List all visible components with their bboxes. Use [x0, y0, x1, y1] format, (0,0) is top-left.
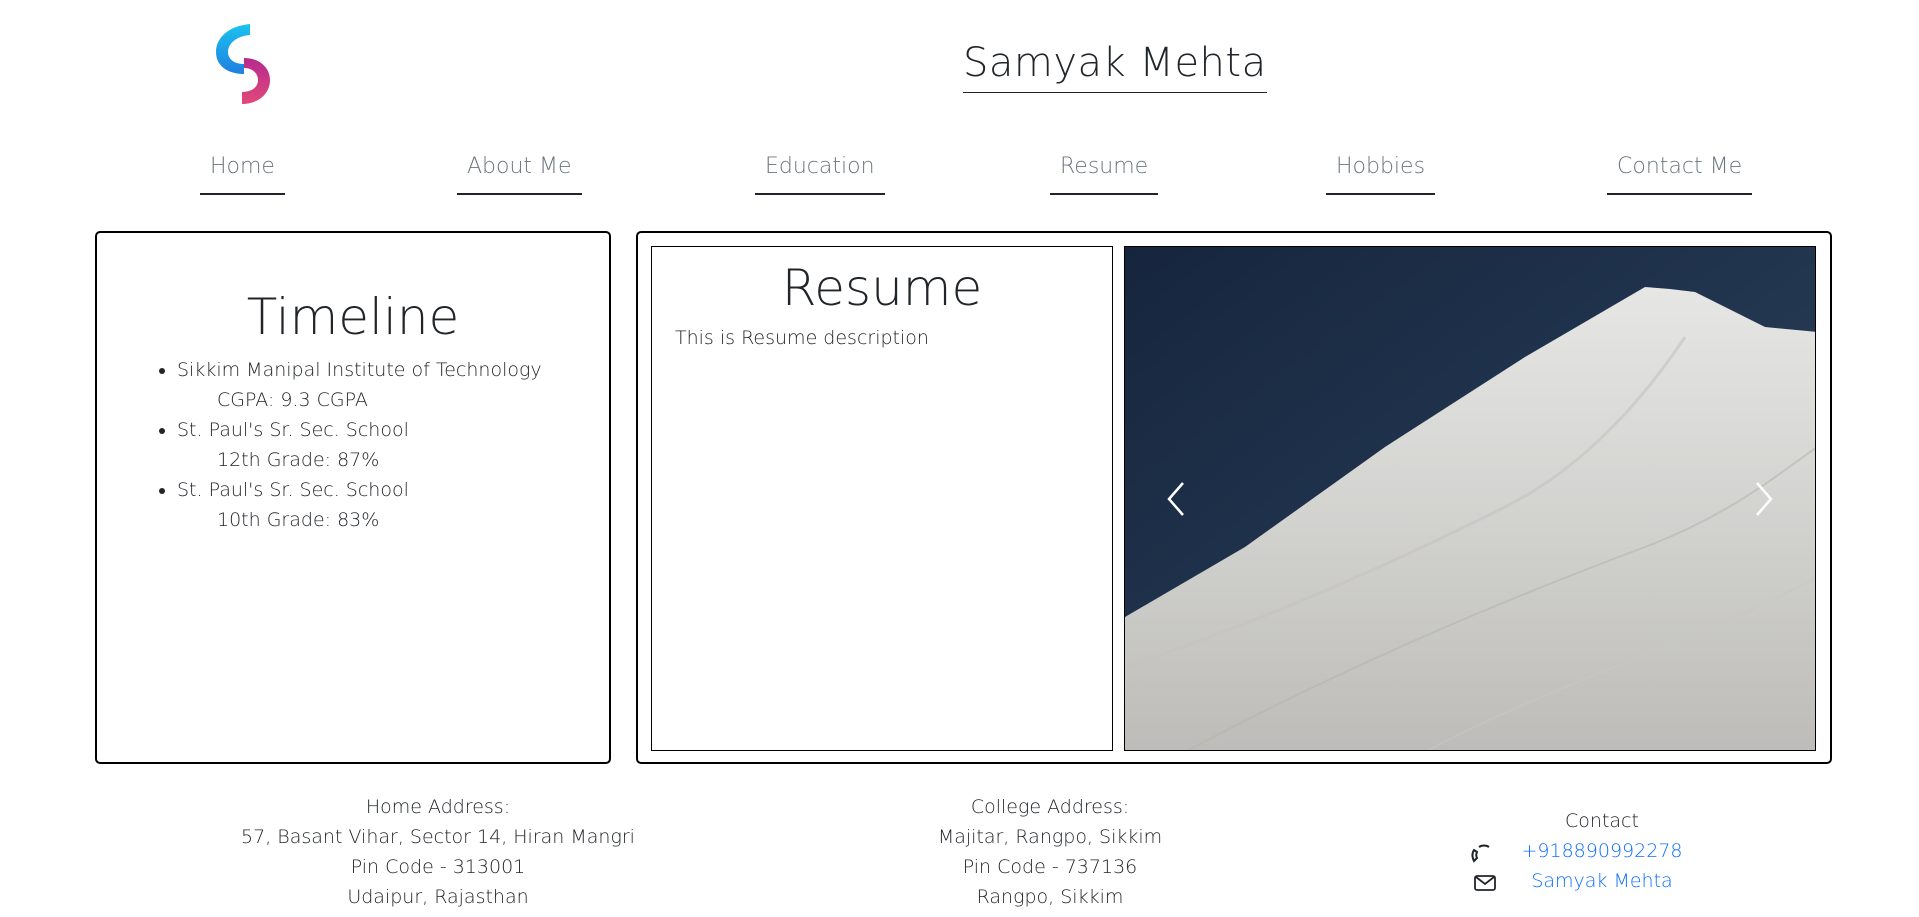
site-title: Samyak Mehta: [963, 40, 1267, 93]
contact-heading: Contact: [1565, 810, 1639, 832]
timeline-entry: Sikkim Manipal Institute of Technology C…: [177, 355, 542, 415]
contact-info: Contact +918890992278 Samyak Mehta: [1470, 806, 1710, 896]
timeline-entry: St. Paul's Sr. Sec. School 10th Grade: 8…: [177, 475, 542, 535]
timeline-panel: Timeline Sikkim Manipal Institute of Tec…: [95, 231, 611, 764]
timeline-institution: Sikkim Manipal Institute of Technology: [177, 359, 542, 381]
contact-email-row: Samyak Mehta: [1470, 866, 1710, 896]
home-address-line: 57, Basant Vihar, Sector 14, Hiran Mangr…: [241, 826, 635, 848]
nav-contact-me[interactable]: Contact Me: [1607, 150, 1753, 195]
salt-mound-image: [1125, 247, 1815, 750]
nav-resume[interactable]: Resume: [1050, 150, 1159, 195]
envelope-icon: [1474, 872, 1496, 892]
timeline-institution: St. Paul's Sr. Sec. School: [177, 479, 409, 501]
timeline-detail: CGPA: 9.3 CGPA: [217, 389, 368, 411]
resume-card: Resume This is Resume description: [651, 246, 1113, 751]
contact-phone-row: +918890992278: [1470, 836, 1710, 866]
timeline-list: Sikkim Manipal Institute of Technology C…: [177, 355, 542, 535]
college-address-line: Pin Code - 737136: [962, 856, 1138, 878]
resume-panel: Resume This is Resume description: [636, 231, 1832, 764]
home-address-line: Pin Code - 313001: [350, 856, 526, 878]
college-address-line: Majitar, Rangpo, Sikkim: [937, 826, 1163, 848]
image-carousel[interactable]: [1124, 246, 1816, 751]
phone-icon: [1470, 842, 1492, 863]
nav-education[interactable]: Education: [755, 150, 885, 195]
timeline-detail: 10th Grade: 83%: [217, 509, 380, 531]
home-address: Home Address: 57, Basant Vihar, Sector 1…: [238, 792, 638, 912]
college-address-heading: College Address:: [970, 796, 1130, 818]
timeline-institution: St. Paul's Sr. Sec. School: [177, 419, 409, 441]
logo-icon[interactable]: [210, 20, 276, 106]
home-address-line: Udaipur, Rajasthan: [347, 886, 529, 908]
resume-description: This is Resume description: [675, 327, 929, 349]
timeline-detail: 12th Grade: 87%: [217, 449, 380, 471]
timeline-entry: St. Paul's Sr. Sec. School 12th Grade: 8…: [177, 415, 542, 475]
college-address: College Address: Majitar, Rangpo, Sikkim…: [850, 792, 1250, 912]
phone-link[interactable]: +918890992278: [1498, 840, 1683, 862]
nav-home[interactable]: Home: [200, 150, 285, 195]
chevron-right-icon[interactable]: [1743, 477, 1783, 521]
college-address-line: Rangpo, Sikkim: [976, 886, 1124, 908]
email-link[interactable]: Samyak Mehta: [1507, 870, 1672, 892]
resume-title: Resume: [781, 259, 983, 317]
timeline-title: Timeline: [246, 288, 460, 346]
nav-about-me[interactable]: About Me: [457, 150, 582, 195]
chevron-left-icon[interactable]: [1157, 477, 1197, 521]
main-nav: Home About Me Education Resume Hobbies C…: [0, 150, 1919, 198]
home-address-heading: Home Address:: [365, 796, 511, 818]
nav-hobbies[interactable]: Hobbies: [1326, 150, 1436, 195]
